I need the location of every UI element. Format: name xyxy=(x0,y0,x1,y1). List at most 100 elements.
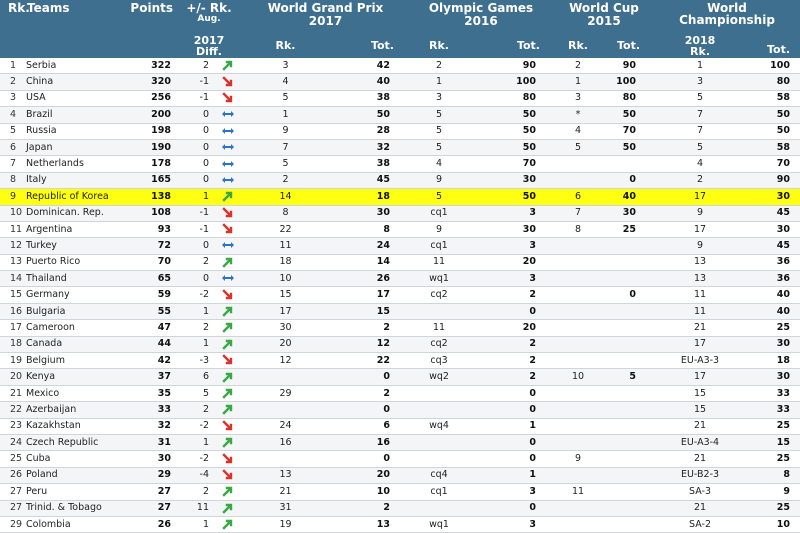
olympic-rank-cell xyxy=(408,450,470,468)
team-cell: Trinid. & Tobago xyxy=(23,500,130,517)
trend-cell xyxy=(213,237,243,255)
wgp-total-cell: 14 xyxy=(328,254,408,272)
worldcup-total-cell: 25 xyxy=(602,221,655,239)
team-cell: Thailand xyxy=(23,270,130,288)
table-row: 8 Italy 165 0 2 45 9 30 0 2 90 xyxy=(0,172,800,190)
rank-cell: 15 xyxy=(0,286,23,304)
team-cell: China xyxy=(23,73,130,91)
header-championship-tot: Tot. xyxy=(746,33,800,58)
worldcup-total-cell: 50 xyxy=(602,139,655,157)
rank-cell: 20 xyxy=(0,368,23,386)
diff-cell: 2 xyxy=(175,319,213,337)
header-olympic-rk: Rk. xyxy=(408,33,470,58)
rank-cell: 23 xyxy=(0,418,23,435)
points-cell: 165 xyxy=(130,172,175,190)
points-cell: 37 xyxy=(130,368,175,386)
table-row: 10 Dominican. Rep. 108 -1 8 30 cq1 3 7 30 9 45 xyxy=(0,205,800,222)
olympic-rank-cell xyxy=(408,434,470,452)
diff-cell: 2 xyxy=(175,58,213,75)
diff-cell: 0 xyxy=(175,155,213,173)
worldcup-total-cell xyxy=(602,450,655,468)
rank-cell: 4 xyxy=(0,106,23,124)
header-change-sub: 2017 Diff. xyxy=(175,33,243,58)
worldcup-total-cell xyxy=(602,467,655,485)
championship-rank-cell: 3 xyxy=(654,73,747,91)
wgp-rank-cell xyxy=(243,368,328,386)
points-cell: 59 xyxy=(130,286,175,304)
olympic-total-cell: 50 xyxy=(470,123,554,140)
trend-cell xyxy=(213,418,243,435)
championship-total-cell: 58 xyxy=(746,139,800,157)
wgp-total-cell: 18 xyxy=(328,188,408,206)
wgp-rank-cell: 10 xyxy=(243,270,328,288)
wgp-rank-cell: 29 xyxy=(243,385,328,403)
worldcup-rank-cell: 1 xyxy=(554,73,602,91)
olympic-rank-cell xyxy=(408,500,470,517)
rank-cell: 16 xyxy=(0,303,23,321)
rank-cell: 6 xyxy=(0,139,23,157)
table-row: 26 Poland 29 -4 13 20 cq4 1 EU-B2-3 8 xyxy=(0,467,800,485)
olympic-total-cell: 20 xyxy=(470,254,554,272)
trend-cell xyxy=(213,106,243,124)
diff-cell: 0 xyxy=(175,237,213,255)
ranking-table: Rk. Teams Points +/- Rk. Aug. World Gran… xyxy=(0,0,800,533)
trend-down-icon xyxy=(221,452,235,465)
olympic-total-cell: 30 xyxy=(470,221,554,239)
worldcup-rank-cell xyxy=(554,434,602,452)
rank-cell: 17 xyxy=(0,319,23,337)
worldcup-rank-cell: * xyxy=(554,106,602,124)
championship-total-cell: 25 xyxy=(746,500,800,517)
championship-rank-cell: 5 xyxy=(654,139,747,157)
team-cell: Cameroon xyxy=(23,319,130,337)
points-cell: 198 xyxy=(130,123,175,140)
olympic-total-cell: 0 xyxy=(470,434,554,452)
diff-cell: 2 xyxy=(175,483,213,501)
trend-same-icon xyxy=(221,108,235,120)
wgp-total-cell: 45 xyxy=(328,172,408,190)
olympic-rank-cell: 4 xyxy=(408,155,470,173)
championship-total-cell: 40 xyxy=(746,286,800,304)
trend-cell xyxy=(213,467,243,485)
championship-total-cell: 15 xyxy=(746,434,800,452)
trend-same-icon xyxy=(221,125,235,137)
trend-cell xyxy=(213,139,243,157)
championship-rank-cell: 1 xyxy=(654,58,747,75)
points-cell: 70 xyxy=(130,254,175,272)
worldcup-total-cell: 5 xyxy=(602,368,655,386)
points-cell: 27 xyxy=(130,500,175,517)
wgp-rank-cell: 30 xyxy=(243,319,328,337)
team-cell: Azerbaijan xyxy=(23,401,130,419)
header-championship: World Championship xyxy=(654,0,800,33)
trend-up-icon xyxy=(221,485,235,498)
trend-cell xyxy=(213,385,243,403)
table-row: 16 Bulgaria 55 1 17 15 0 11 40 xyxy=(0,303,800,321)
worldcup-rank-cell: 7 xyxy=(554,205,602,222)
championship-total-cell: 90 xyxy=(746,172,800,190)
olympic-total-cell: 3 xyxy=(470,270,554,288)
wgp-rank-cell: 21 xyxy=(243,483,328,501)
team-cell: Mexico xyxy=(23,385,130,403)
worldcup-total-cell xyxy=(602,303,655,321)
olympic-total-cell: 50 xyxy=(470,188,554,206)
championship-rank-cell: SA-3 xyxy=(654,483,747,501)
rank-cell: 1 xyxy=(0,58,23,75)
wgp-total-cell: 17 xyxy=(328,286,408,304)
wgp-rank-cell: 11 xyxy=(243,237,328,255)
header-olympic-tot: Tot. xyxy=(470,33,554,58)
diff-cell: 2 xyxy=(175,254,213,272)
trend-same-icon xyxy=(221,174,235,186)
championship-total-cell: 40 xyxy=(746,303,800,321)
championship-total-cell: 30 xyxy=(746,221,800,239)
header-championship-line2: Championship xyxy=(679,13,775,27)
points-cell: 200 xyxy=(130,106,175,124)
wgp-total-cell: 0 xyxy=(328,401,408,419)
trend-cell xyxy=(213,221,243,239)
championship-rank-cell: 21 xyxy=(654,450,747,468)
points-cell: 47 xyxy=(130,319,175,337)
table-row: 2 China 320 -1 4 40 1 100 1 100 3 80 xyxy=(0,73,800,91)
championship-total-cell: 25 xyxy=(746,319,800,337)
table-row: 9 Republic of Korea 138 1 14 18 5 50 6 40 17 30 xyxy=(0,188,800,206)
table-row: 29 Colombia 26 1 19 13 wq1 3 SA-2 10 xyxy=(0,516,800,533)
championship-total-cell: 50 xyxy=(746,106,800,124)
trend-up-icon xyxy=(221,502,235,514)
